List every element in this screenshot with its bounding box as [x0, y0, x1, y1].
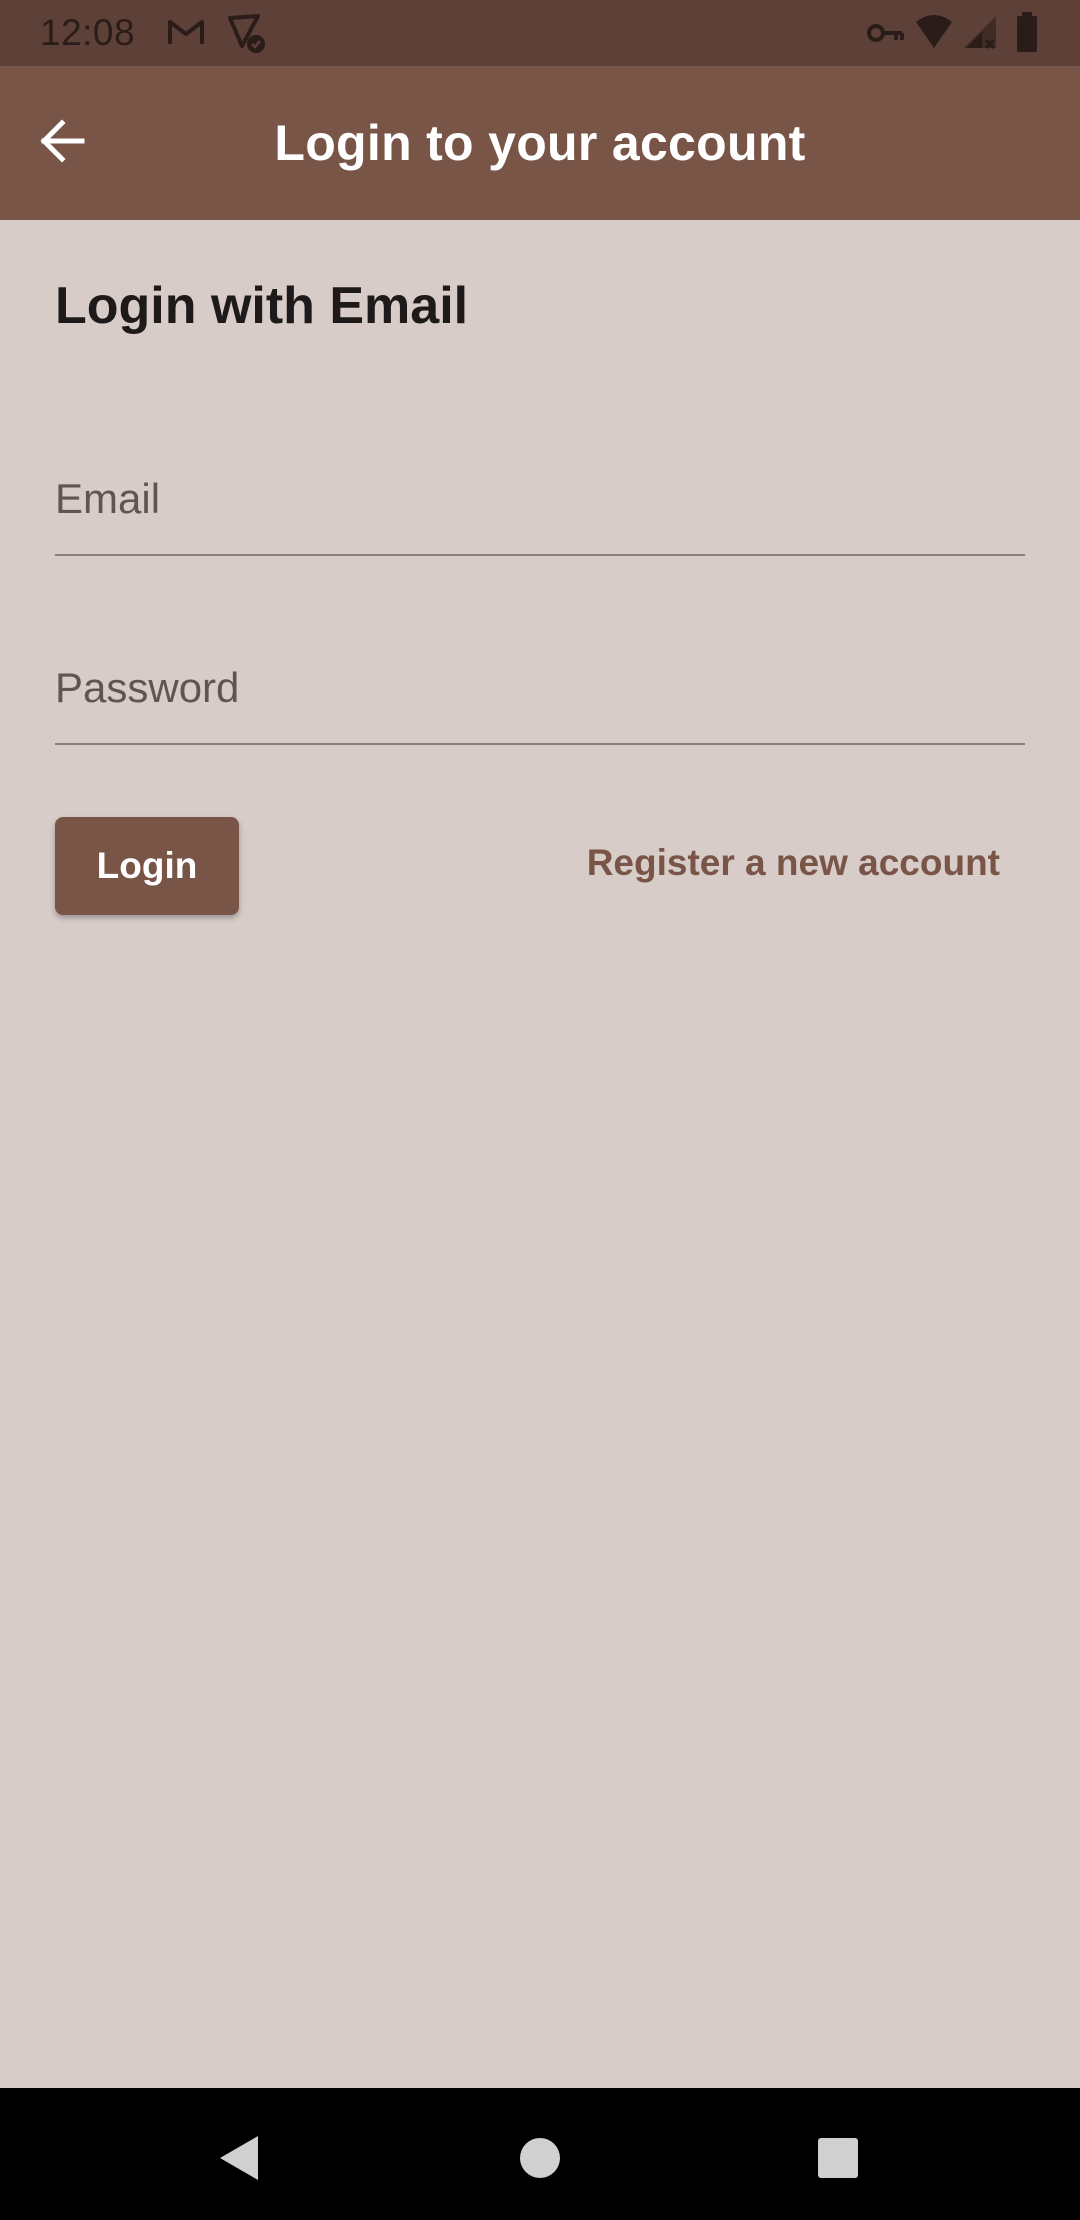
password-field-container [55, 633, 1025, 745]
system-nav-bar [0, 2088, 1080, 2220]
register-link[interactable]: Register a new account [587, 842, 1000, 884]
page-title: Login to your account [274, 115, 806, 171]
password-field[interactable] [55, 633, 1025, 743]
section-title: Login with Email [55, 277, 469, 335]
email-field-container [55, 444, 1025, 556]
home-circle-icon[interactable] [510, 2128, 570, 2188]
signal-icon [962, 14, 998, 55]
location-check-icon [224, 12, 268, 59]
status-time: 12:08 [40, 12, 136, 53]
login-button[interactable]: Login [55, 817, 239, 915]
login-form: Login with Email Login Register a new ac… [0, 220, 1080, 2088]
wifi-icon [914, 14, 954, 55]
back-triangle-icon[interactable] [210, 2128, 270, 2188]
app-bar: Login to your account [0, 66, 1080, 220]
email-field[interactable] [55, 444, 1025, 554]
battery-icon [1016, 12, 1038, 57]
gmail-icon [166, 16, 206, 53]
vpn-key-icon [866, 20, 906, 51]
recents-square-icon[interactable] [808, 2128, 868, 2188]
status-bar: 12:08 [0, 0, 1080, 66]
